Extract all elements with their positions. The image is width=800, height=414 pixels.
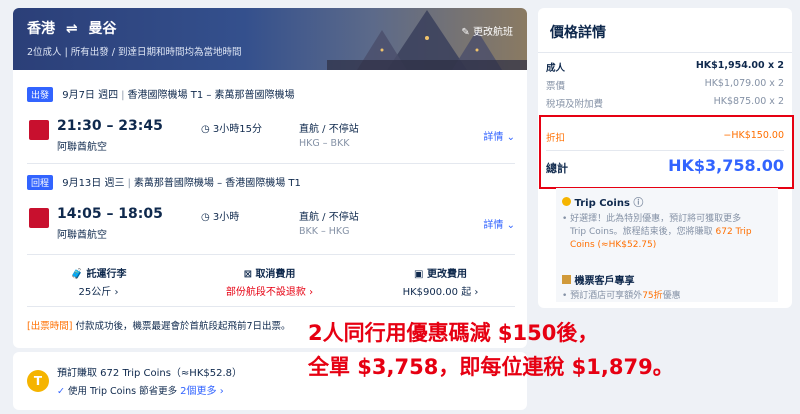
highlight-box bbox=[539, 115, 794, 189]
route-title: 香港 ⇌ 曼谷 bbox=[27, 18, 116, 38]
section-divider bbox=[27, 306, 515, 307]
chevron-right-icon: › bbox=[219, 386, 224, 397]
flight-summary-card: 香港 ⇌ 曼谷 2位成人 | 所有出發 / 到達日期和時間均為當地時間 ✎ 更改… bbox=[13, 8, 527, 348]
outbound-airline: 阿聯酋航空 bbox=[57, 142, 107, 153]
tax-label: 稅項及附加費 bbox=[546, 99, 604, 110]
outbound-stop: 直航 / 不停站 bbox=[299, 124, 359, 135]
outbound-details-link[interactable]: 詳情 ⌄ bbox=[483, 128, 515, 143]
inbound-details-link[interactable]: 詳情 ⌄ bbox=[483, 216, 515, 231]
coins-perk-text-2b: 672 Trip bbox=[715, 227, 752, 237]
temple-banner-image bbox=[327, 10, 527, 70]
change-title: 更改費用 bbox=[426, 269, 467, 280]
promo-annotation-line1: 2人同行用優惠碼減 $150後， bbox=[308, 321, 599, 345]
cancel-value: 部份航段不設退款 bbox=[225, 287, 306, 298]
ticketing-notice: [出票時間] 付款成功後，機票最遲會於首航段起飛前7日出票。 bbox=[27, 318, 291, 332]
inbound-duration: 3小時 bbox=[212, 212, 240, 223]
chevron-down-icon: ⌄ bbox=[506, 220, 515, 231]
outbound-segment: 出發 9月7日 週四 | 香港國際機場 T1 – 素萬那普國際機場 21:30 … bbox=[27, 86, 515, 153]
help-icon[interactable]: ⓘ bbox=[633, 198, 643, 209]
coins-perk-text-2a: Trip Coins。旅程結束後，您將賺取 bbox=[570, 227, 713, 237]
member-perk-text-a: 預訂酒店可享額外 bbox=[570, 291, 643, 301]
baggage-info[interactable]: 🧳 託運行李 25公斤 › bbox=[13, 265, 184, 298]
edit-icon: ✎ bbox=[461, 27, 470, 38]
coins-perk: Trip Coins ⓘ • 好選擇！此為特別優惠，預訂將可獲取更多 Trip … bbox=[562, 197, 752, 250]
adult-row: 成人 HK$1,954.00 x 2 bbox=[546, 60, 784, 74]
member-perk-text-b: 75折 bbox=[642, 291, 663, 301]
clock-icon: ◷ bbox=[201, 124, 210, 135]
coin-icon bbox=[562, 197, 571, 206]
segment-divider bbox=[27, 163, 515, 164]
inbound-time: 14:05 – 18:05 bbox=[57, 206, 163, 222]
coins-perk-text-1: 好選擇！此為特別優惠，預訂將可獲取更多 bbox=[570, 214, 742, 224]
inbound-codes: BKK – HKG bbox=[299, 226, 350, 237]
coins-perk-text-3: Coins (≈HK$52.75) bbox=[570, 240, 657, 250]
inbound-badge: 回程 bbox=[27, 175, 54, 190]
clock-icon: ◷ bbox=[201, 212, 210, 223]
change-value: HK$900.00 起 bbox=[402, 287, 472, 298]
member-perk-text-c: 優惠 bbox=[662, 291, 681, 301]
emirates-logo bbox=[29, 208, 49, 228]
change-flight-label: 更改航班 bbox=[473, 27, 513, 38]
outbound-route: 香港國際機場 T1 – 素萬那普國際機場 bbox=[127, 90, 295, 101]
outbound-time: 21:30 – 23:45 bbox=[57, 118, 163, 134]
chevron-right-icon: › bbox=[309, 287, 314, 298]
outbound-duration: 3小時15分 bbox=[212, 124, 263, 135]
cancel-fee-info[interactable]: ⊠ 取消費用 部份航段不設退款 › bbox=[184, 265, 355, 298]
chevron-right-icon: › bbox=[114, 287, 119, 298]
inbound-airline: 阿聯酋航空 bbox=[57, 230, 107, 241]
outbound-details-label: 詳情 bbox=[483, 132, 504, 143]
ticketing-text: 付款成功後，機票最遲會於首航段起飛前7日出票。 bbox=[75, 321, 291, 332]
inbound-date: 9月13日 週三 bbox=[62, 178, 125, 189]
adult-label: 成人 bbox=[546, 63, 566, 74]
origin-city: 香港 bbox=[27, 21, 55, 37]
route-subtitle: 2位成人 | 所有出發 / 到達日期和時間均為當地時間 bbox=[27, 47, 242, 58]
chevron-down-icon: ⌄ bbox=[506, 132, 515, 143]
member-perk-title: 機票客戶專享 bbox=[574, 276, 635, 287]
baggage-value: 25公斤 bbox=[78, 287, 112, 298]
fare-label: 票價 bbox=[546, 81, 566, 92]
inbound-route: 素萬那普國際機場 – 香港國際機場 T1 bbox=[133, 178, 301, 189]
more-coins-label: 2個更多 bbox=[180, 386, 217, 397]
calendar-x-icon: ⊠ bbox=[243, 269, 252, 280]
destination-city: 曼谷 bbox=[88, 21, 117, 37]
coins-earn-title: 預訂賺取 672 Trip Coins（≈HK$52.8） bbox=[57, 368, 243, 379]
building-icon bbox=[562, 275, 571, 284]
ticketing-tag: [出票時間] bbox=[27, 321, 73, 332]
trip-coin-icon: T bbox=[27, 370, 49, 392]
more-coins-link[interactable]: 2個更多 › bbox=[180, 386, 224, 397]
promo-annotation-line2: 全單 $3,758，即每位連稅 $1,879。 bbox=[308, 355, 674, 379]
inbound-segment: 回程 9月13日 週三 | 素萬那普國際機場 – 香港國際機場 T1 14:05… bbox=[27, 174, 515, 241]
outbound-badge: 出發 bbox=[27, 87, 54, 102]
luggage-icon: 🧳 bbox=[70, 269, 83, 280]
fare-row: 票價 HK$1,079.00 x 2 bbox=[546, 78, 784, 92]
emirates-logo bbox=[29, 120, 49, 140]
price-divider bbox=[538, 52, 792, 53]
swap-icon: ⇌ bbox=[65, 21, 78, 37]
inbound-details-label: 詳情 bbox=[483, 220, 504, 231]
section-divider bbox=[27, 254, 515, 255]
check-icon: ✓ bbox=[57, 386, 65, 397]
adult-value: HK$1,954.00 x 2 bbox=[695, 60, 784, 71]
baggage-title: 託運行李 bbox=[86, 269, 127, 280]
tax-row: 稅項及附加費 HK$875.00 x 2 bbox=[546, 96, 784, 110]
price-details-title: 價格詳情 bbox=[550, 25, 606, 41]
outbound-codes: HKG – BKK bbox=[299, 138, 350, 149]
inbound-stop: 直航 / 不停站 bbox=[299, 212, 359, 223]
tax-value: HK$875.00 x 2 bbox=[713, 96, 784, 107]
calendar-edit-icon: ▣ bbox=[414, 269, 424, 280]
chevron-right-icon: › bbox=[474, 287, 479, 298]
coins-use-text: 使用 Trip Coins 節省更多 bbox=[68, 386, 178, 397]
change-fee-info[interactable]: ▣ 更改費用 HK$900.00 起 › bbox=[355, 265, 526, 298]
change-flight-button[interactable]: ✎ 更改航班 bbox=[461, 23, 513, 38]
fare-value: HK$1,079.00 x 2 bbox=[704, 78, 784, 89]
outbound-date: 9月7日 週四 bbox=[62, 90, 119, 101]
perks-panel: Trip Coins ⓘ • 好選擇！此為特別優惠，預訂將可獲取更多 Trip … bbox=[556, 188, 778, 302]
coins-perk-title: Trip Coins bbox=[574, 198, 630, 209]
cancel-title: 取消費用 bbox=[255, 269, 296, 280]
fare-info-bar: 🧳 託運行李 25公斤 › ⊠ 取消費用 部份航段不設退款 › ▣ 更改費用 H… bbox=[13, 265, 527, 299]
member-perk: 機票客戶專享 • 預訂酒店可享額外75折優惠 bbox=[562, 275, 681, 301]
route-header: 香港 ⇌ 曼谷 2位成人 | 所有出發 / 到達日期和時間均為當地時間 ✎ 更改… bbox=[13, 8, 527, 70]
